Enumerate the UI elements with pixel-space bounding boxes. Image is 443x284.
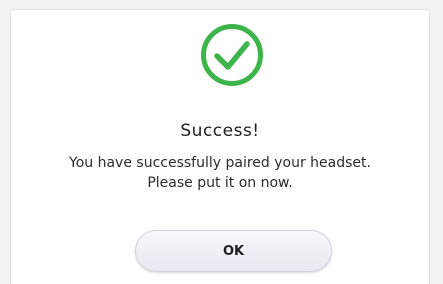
message-line-2: Please put it on now. bbox=[147, 175, 293, 191]
success-dialog: Success! You have successfully paired yo… bbox=[10, 9, 430, 284]
ok-button[interactable]: OK bbox=[135, 230, 332, 272]
dialog-message: You have successfully paired your headse… bbox=[11, 153, 429, 193]
message-line-1: You have successfully paired your headse… bbox=[69, 155, 371, 171]
checkmark-circle-icon bbox=[201, 24, 263, 86]
dialog-title: Success! bbox=[180, 121, 260, 141]
